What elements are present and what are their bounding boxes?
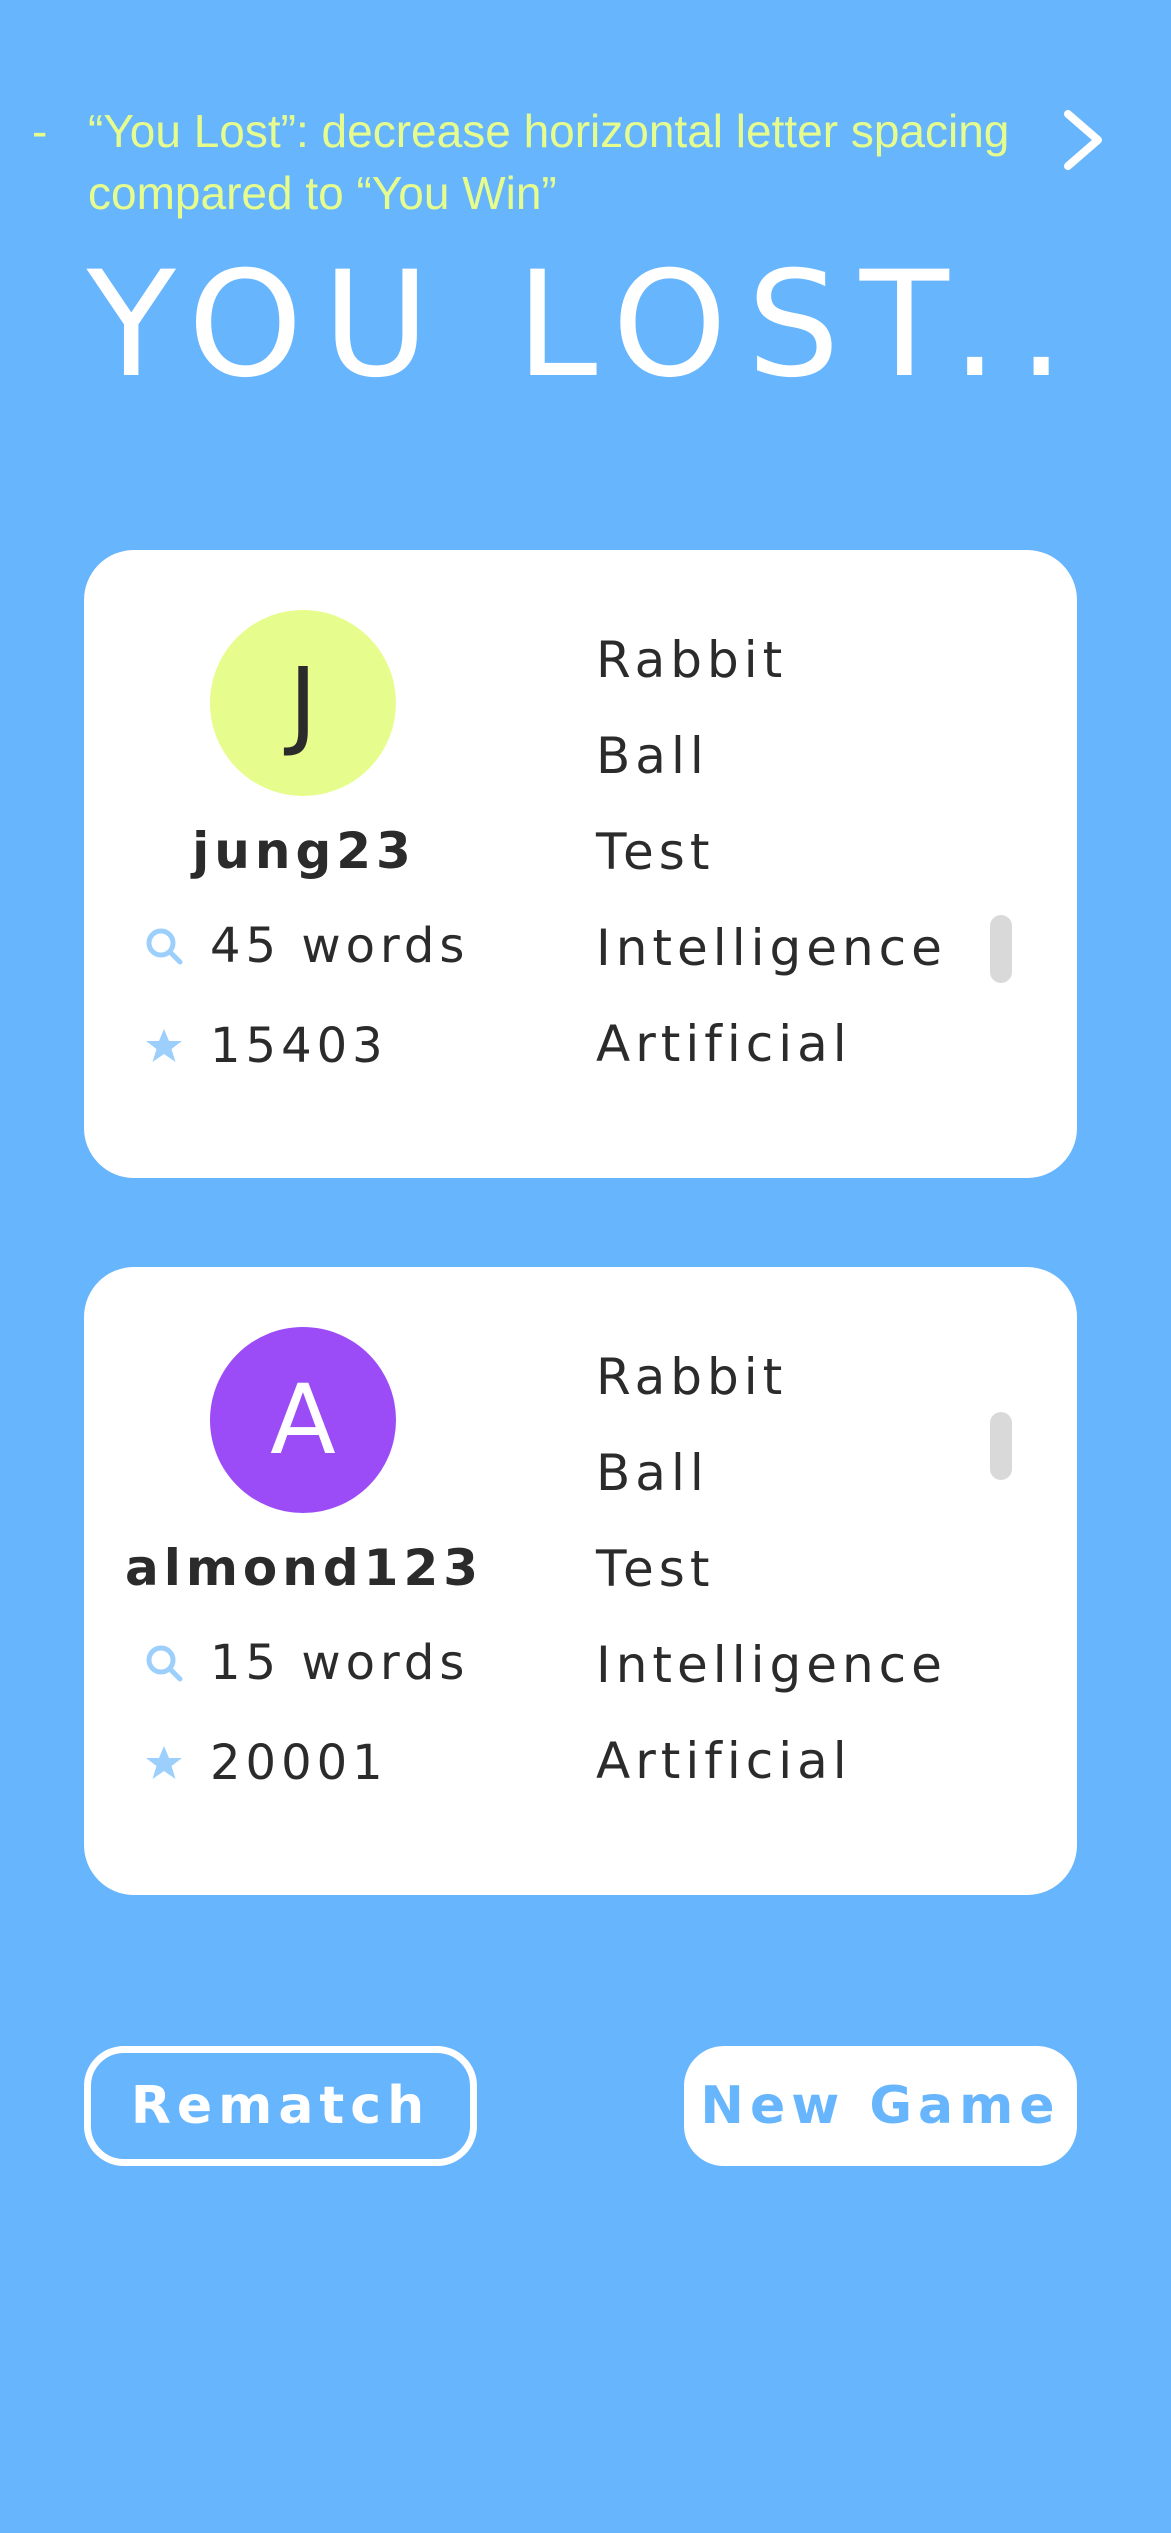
word-item: Intelligence [596, 1636, 947, 1694]
search-icon [146, 928, 183, 965]
scrollbar[interactable] [990, 1412, 1012, 1480]
scrollbar[interactable] [990, 915, 1012, 983]
username: almond123 [124, 1539, 484, 1597]
score-value: 15403 [210, 1018, 388, 1074]
star-icon [146, 1746, 182, 1779]
annotation-text: “You Lost”: decrease horizontal letter s… [88, 105, 1010, 219]
words-count-stat: 45 words [144, 916, 469, 976]
player-card: A almond123 15 words 20001 Rabbit Ball T… [84, 1267, 1077, 1895]
username: jung23 [192, 822, 416, 880]
word-item: Test [596, 1540, 715, 1598]
score-stat: 15403 [144, 1016, 388, 1076]
score-stat: 20001 [144, 1733, 388, 1793]
word-item: Ball [596, 1444, 709, 1502]
rematch-button[interactable]: Rematch [84, 2046, 477, 2166]
word-item: Artificial [596, 1732, 852, 1790]
word-item: Artificial [596, 1015, 852, 1073]
word-list[interactable]: Rabbit Ball Test Intelligence Artificial [596, 1347, 947, 1827]
words-count-stat: 15 words [144, 1633, 469, 1693]
word-list[interactable]: Rabbit Ball Test Intelligence Artificial [596, 630, 947, 1110]
words-count: 45 words [210, 918, 470, 974]
word-item: Rabbit [596, 1348, 788, 1406]
word-item: Rabbit [596, 631, 788, 689]
avatar: A [210, 1327, 396, 1513]
chevron-right-icon[interactable] [1058, 108, 1108, 172]
result-title: YOU LOST.. [86, 240, 1085, 410]
new-game-button[interactable]: New Game [684, 2046, 1077, 2166]
search-icon [146, 1645, 183, 1682]
player-card: J jung23 45 words 15403 Rabbit Ball Test… [84, 550, 1077, 1178]
score-value: 20001 [210, 1735, 388, 1791]
word-item: Test [596, 823, 715, 881]
avatar: J [210, 610, 396, 796]
word-item: Intelligence [596, 919, 947, 977]
star-icon [146, 1029, 182, 1062]
word-item: Ball [596, 727, 709, 785]
words-count: 15 words [210, 1635, 470, 1691]
annotation-dash: - [32, 105, 48, 157]
